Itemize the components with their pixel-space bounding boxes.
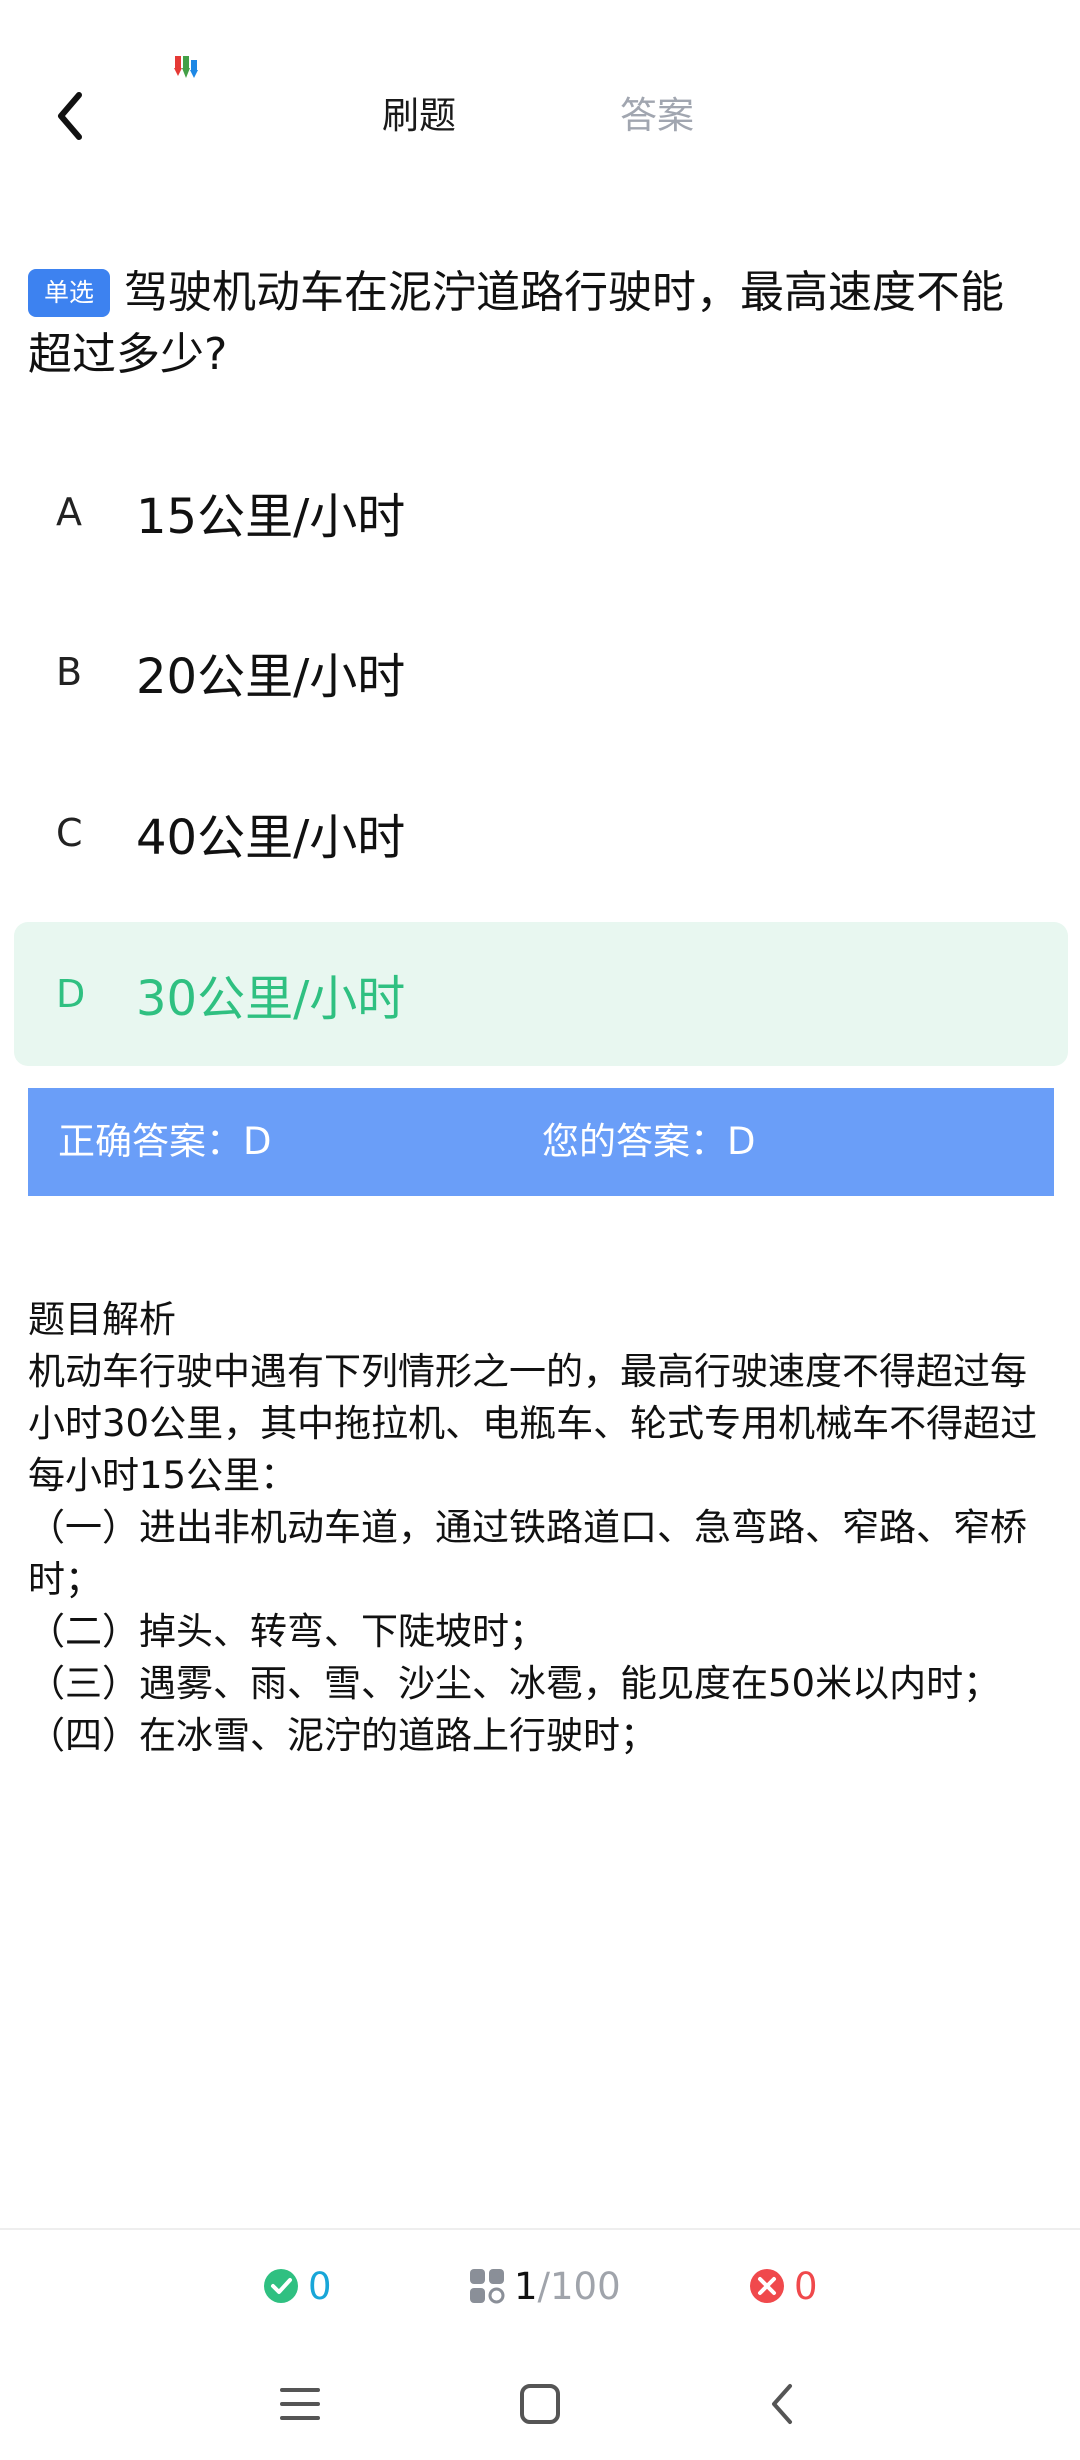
explanation-line: （三）遇雾、雨、雪、沙尘、冰雹，能见度在50米以内时； bbox=[28, 1662, 1001, 1705]
wrong-count-value: 0 bbox=[794, 2264, 818, 2308]
nav-back-button[interactable] bbox=[750, 2372, 814, 2436]
your-answer-label: 您的答案：D bbox=[542, 1120, 756, 1163]
question: 单选 驾驶机动车在泥泞道路行驶时，最高速度不能超过多少? bbox=[28, 262, 1028, 386]
explanation-section: 题目解析 机动车行驶中遇有下列情形之一的，最高行驶速度不得超过每小时30公里，其… bbox=[28, 1294, 1048, 1762]
answer-result-bar: 正确答案：D 您的答案：D bbox=[28, 1088, 1054, 1196]
x-circle-icon bbox=[750, 2269, 784, 2303]
square-home-icon bbox=[520, 2384, 560, 2424]
progress-total: /100 bbox=[537, 2264, 621, 2308]
correct-count[interactable]: 0 bbox=[262, 2258, 332, 2314]
correct-count-value: 0 bbox=[308, 2264, 332, 2308]
option-letter: D bbox=[56, 972, 86, 1016]
menu-icon bbox=[280, 2388, 320, 2420]
option-letter: C bbox=[56, 811, 83, 855]
explanation-title: 题目解析 bbox=[28, 1298, 176, 1341]
question-progress[interactable]: 1/100 bbox=[468, 2258, 621, 2314]
tab-practice[interactable]: 刷题 bbox=[382, 88, 456, 144]
download-status-icon bbox=[172, 54, 200, 82]
explanation-line: （四）在冰雪、泥泞的道路上行驶时； bbox=[28, 1714, 657, 1757]
grid-icon bbox=[470, 2269, 505, 2304]
chevron-left-icon bbox=[58, 92, 82, 140]
option-letter: A bbox=[56, 490, 82, 534]
option-text: 40公里/小时 bbox=[136, 810, 406, 866]
tab-answer[interactable]: 答案 bbox=[620, 88, 694, 144]
question-text: 驾驶机动车在泥泞道路行驶时，最高速度不能超过多少? bbox=[28, 267, 1005, 380]
nav-home-button[interactable] bbox=[508, 2372, 572, 2436]
option-c[interactable]: C 40公里/小时 bbox=[14, 761, 1068, 905]
check-circle-icon bbox=[264, 2269, 298, 2303]
explanation-line: （二）掉头、转弯、下陡坡时； bbox=[28, 1610, 546, 1653]
wrong-count[interactable]: 0 bbox=[748, 2258, 818, 2314]
bottom-divider bbox=[0, 2228, 1080, 2230]
option-text: 30公里/小时 bbox=[136, 971, 406, 1027]
option-text: 20公里/小时 bbox=[136, 649, 406, 705]
option-letter: B bbox=[56, 650, 83, 694]
nav-recent-apps-button[interactable] bbox=[268, 2372, 332, 2436]
option-b[interactable]: B 20公里/小时 bbox=[14, 600, 1068, 744]
option-a[interactable]: A 15公里/小时 bbox=[14, 440, 1068, 584]
correct-answer-label: 正确答案：D bbox=[58, 1120, 272, 1163]
question-type-badge: 单选 bbox=[28, 269, 111, 317]
chevron-left-icon bbox=[772, 2384, 792, 2424]
option-text: 15公里/小时 bbox=[136, 489, 406, 545]
progress-current: 1 bbox=[514, 2264, 538, 2308]
explanation-line: （一）进出非机动车道，通过铁路道口、急弯路、窄路、窄桥时； bbox=[28, 1506, 1027, 1601]
explanation-line: 机动车行驶中遇有下列情形之一的，最高行驶速度不得超过每小时30公里，其中拖拉机、… bbox=[28, 1350, 1038, 1497]
option-d[interactable]: D 30公里/小时 bbox=[14, 922, 1068, 1066]
back-button[interactable] bbox=[40, 80, 100, 152]
